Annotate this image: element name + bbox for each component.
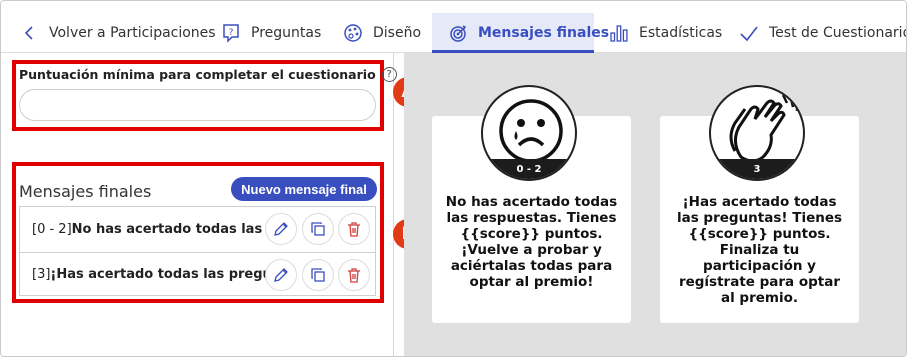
chevron-left-icon bbox=[19, 23, 39, 43]
list-item-range: [0 - 2] bbox=[32, 221, 72, 237]
tab-questions-label: Preguntas bbox=[251, 25, 322, 41]
min-score-label-text: Puntuación mínima para completar el cues… bbox=[19, 67, 376, 82]
app-frame: Volver a Participaciones ? Preguntas Dis… bbox=[0, 0, 907, 357]
list-item-range: [3] bbox=[32, 267, 51, 282]
delete-button[interactable] bbox=[338, 259, 370, 291]
target-icon bbox=[448, 23, 468, 43]
tab-stats-label: Estadísticas bbox=[639, 25, 723, 41]
tab-final-messages[interactable]: Mensajes finales bbox=[432, 13, 609, 53]
list-item-message: ¡Has acertado todas las preguntas bbox=[50, 267, 278, 282]
duplicate-button[interactable] bbox=[302, 259, 334, 291]
clapping-hands-icon: 3 bbox=[709, 85, 805, 181]
tab-bar: Volver a Participaciones ? Preguntas Dis… bbox=[1, 1, 907, 53]
pencil-icon bbox=[274, 268, 288, 282]
list-item-message: No has acertado todas las resp bbox=[71, 221, 278, 237]
badge-range: 0 - 2 bbox=[483, 159, 575, 179]
min-score-input[interactable] bbox=[19, 89, 376, 121]
delete-button[interactable] bbox=[338, 213, 370, 245]
edit-button[interactable] bbox=[265, 259, 297, 291]
badge-range: 3 bbox=[711, 159, 803, 179]
tab-test-label: Test de Cuestionario bbox=[769, 25, 907, 41]
messages-title: Mensajes finales bbox=[19, 182, 152, 201]
palette-icon bbox=[343, 23, 363, 43]
list-item[interactable]: [0 - 2]No has acertado todas las resp bbox=[20, 207, 375, 251]
tab-final-messages-label: Mensajes finales bbox=[478, 25, 610, 41]
help-icon[interactable]: ? bbox=[381, 67, 397, 82]
tab-back-label: Volver a Participaciones bbox=[49, 25, 216, 41]
trash-icon bbox=[348, 268, 360, 283]
list-item-text: [3]¡Has acertado todas las preguntas bbox=[32, 267, 278, 282]
list-item-text: [0 - 2]No has acertado todas las resp bbox=[32, 222, 278, 237]
edit-button[interactable] bbox=[265, 213, 297, 245]
question-bubble-icon: ? bbox=[221, 23, 241, 43]
new-final-message-button[interactable]: Nuevo mensaje final bbox=[231, 177, 377, 201]
trash-icon bbox=[348, 222, 360, 237]
checkmark-icon bbox=[739, 23, 759, 43]
pencil-icon bbox=[274, 222, 288, 236]
tab-stats[interactable]: Estadísticas bbox=[609, 13, 722, 53]
tab-design[interactable]: Diseño bbox=[343, 13, 421, 53]
tab-test[interactable]: Test de Cuestionario bbox=[739, 13, 907, 53]
svg-text:?: ? bbox=[229, 28, 234, 38]
duplicate-button[interactable] bbox=[302, 213, 334, 245]
list-item[interactable]: [3]¡Has acertado todas las preguntas bbox=[20, 252, 375, 296]
tab-questions[interactable]: ? Preguntas bbox=[221, 13, 321, 53]
sad-face-icon: 0 - 2 bbox=[481, 85, 577, 181]
tab-design-label: Diseño bbox=[373, 25, 422, 41]
bar-chart-icon bbox=[609, 23, 629, 43]
min-score-label: Puntuación mínima para completar el cues… bbox=[19, 67, 408, 82]
final-messages-list: [0 - 2]No has acertado todas las resp [3… bbox=[19, 206, 376, 296]
preview-card-text: ¡Has acertado todas las preguntas! Tiene… bbox=[676, 194, 843, 306]
copy-icon bbox=[311, 268, 325, 282]
copy-icon bbox=[311, 222, 325, 236]
preview-card-text: No has acertado todas las respuestas. Ti… bbox=[445, 194, 618, 290]
tab-back[interactable]: Volver a Participaciones bbox=[19, 13, 216, 53]
